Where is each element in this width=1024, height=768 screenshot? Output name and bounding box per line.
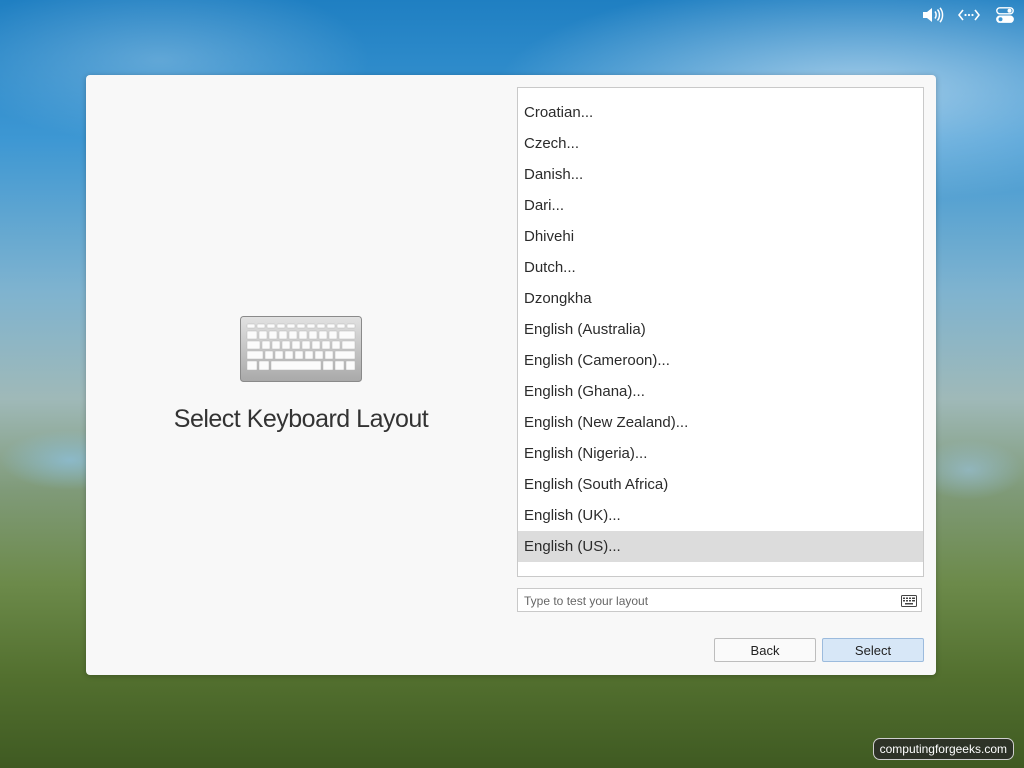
keyboard-layout-dialog: Select Keyboard Layout Chinese...Croatia… <box>86 75 936 675</box>
layout-list-item[interactable]: Dhivehi <box>518 221 923 252</box>
system-tray <box>922 6 1016 24</box>
layout-list-item[interactable]: English (Ghana)... <box>518 376 923 407</box>
layout-list-item[interactable]: Chinese... <box>518 88 923 97</box>
back-button[interactable]: Back <box>714 638 816 662</box>
keyboard-icon <box>240 316 362 382</box>
watermark: computingforgeeks.com <box>872 738 1014 760</box>
layout-list-item[interactable]: Czech... <box>518 128 923 159</box>
layout-list-item[interactable]: Dutch... <box>518 252 923 283</box>
layout-list-item[interactable]: Danish... <box>518 159 923 190</box>
layout-list-content: Chinese...Croatian...Czech...Danish...Da… <box>518 88 923 562</box>
settings-toggle-icon[interactable] <box>994 6 1016 24</box>
keyboard-small-icon <box>901 595 917 607</box>
layout-list-item[interactable]: English (New Zealand)... <box>518 407 923 438</box>
network-icon[interactable] <box>958 6 980 24</box>
page-title: Select Keyboard Layout <box>173 405 429 433</box>
layout-list-item[interactable]: English (South Africa) <box>518 469 923 500</box>
keyboard-layout-list[interactable]: Chinese...Croatian...Czech...Danish...Da… <box>517 87 924 577</box>
volume-icon[interactable] <box>922 6 944 24</box>
layout-list-item[interactable]: English (Australia) <box>518 314 923 345</box>
layout-list-item[interactable]: English (UK)... <box>518 500 923 531</box>
layout-list-item[interactable]: Dari... <box>518 190 923 221</box>
layout-list-item[interactable]: English (Cameroon)... <box>518 345 923 376</box>
dialog-left-pane: Select Keyboard Layout <box>86 75 516 675</box>
layout-list-item[interactable]: English (US)... <box>518 531 923 562</box>
layout-test-input[interactable] <box>522 591 896 611</box>
select-button[interactable]: Select <box>822 638 924 662</box>
layout-test-field[interactable] <box>517 588 922 612</box>
layout-list-item[interactable]: Dzongkha <box>518 283 923 314</box>
layout-list-item[interactable]: Croatian... <box>518 97 923 128</box>
layout-list-item[interactable]: English (Nigeria)... <box>518 438 923 469</box>
